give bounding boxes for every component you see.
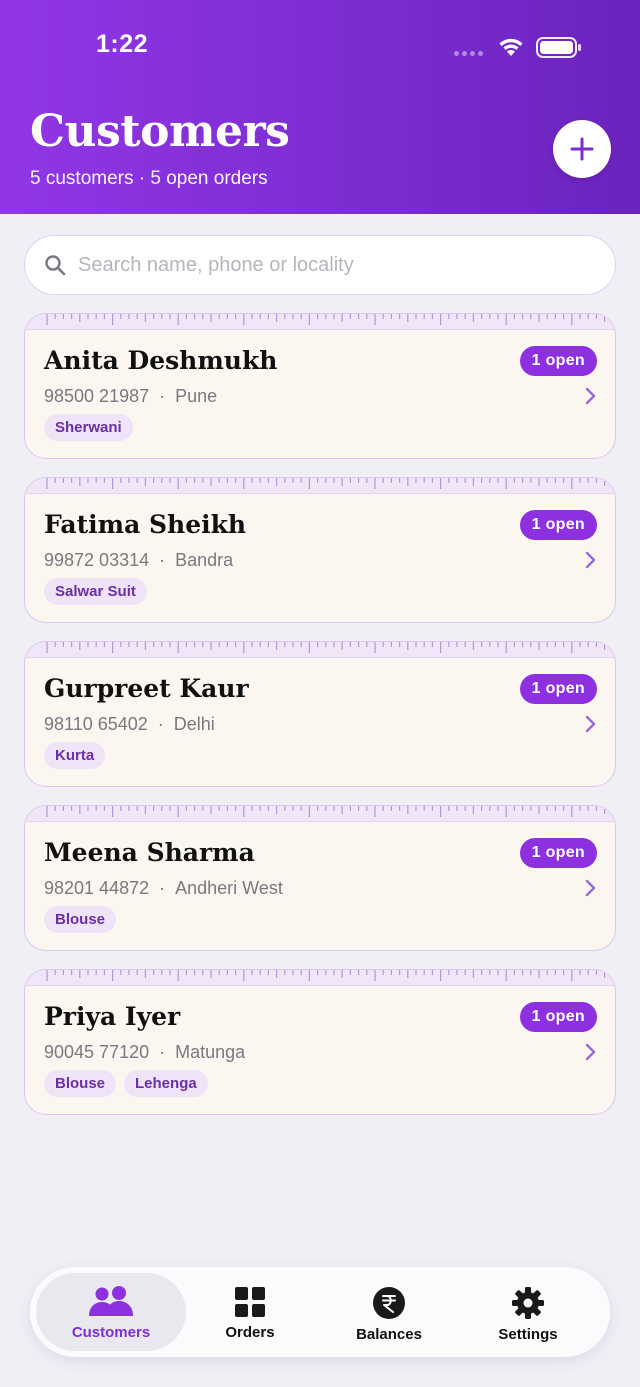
garment-tag: Sherwani <box>44 414 133 441</box>
customer-meta: 98500 21987 · Pune <box>44 386 217 407</box>
customer-locality: Delhi <box>173 714 215 734</box>
customer-name: Anita Deshmukh <box>44 346 278 375</box>
tab-settings[interactable]: Settings <box>453 1273 603 1351</box>
grid-icon <box>235 1287 265 1317</box>
garment-tags: Blouse Lehenga <box>44 1070 208 1097</box>
rupee-icon <box>373 1287 405 1319</box>
tab-orders[interactable]: Orders <box>175 1273 325 1351</box>
measuring-tape-decoration <box>25 314 615 330</box>
tab-label: Settings <box>498 1326 558 1343</box>
app-header: 1:22 Customers 5 customers · 5 open orde… <box>0 0 640 214</box>
garment-tag: Salwar Suit <box>44 578 147 605</box>
garment-tags: Blouse <box>44 906 117 933</box>
customer-card[interactable]: Fatima Sheikh 99872 03314 · Bandra Salwar Su… <box>24 477 616 623</box>
search-input[interactable] <box>78 250 598 280</box>
measuring-tape-decoration <box>25 478 615 494</box>
customer-locality: Andheri West <box>175 878 283 898</box>
chevron-right-icon <box>585 551 596 569</box>
tab-balances[interactable]: Balances <box>314 1273 464 1351</box>
status-time: 1:22 <box>96 30 149 58</box>
garment-tags: Sherwani <box>44 414 133 441</box>
meta-separator: · <box>159 386 166 406</box>
people-icon <box>89 1286 133 1316</box>
open-orders-badge: 1 open <box>519 510 597 540</box>
customer-name: Meena Sharma <box>44 838 255 867</box>
open-orders-badge: 1 open <box>519 838 597 868</box>
garment-tag: Blouse <box>44 1070 117 1097</box>
meta-separator: · <box>159 878 166 898</box>
page-title: Customers <box>30 106 290 157</box>
open-orders-badge: 1 open <box>519 346 597 376</box>
open-orders-badge: 1 open <box>519 1002 597 1032</box>
customer-name: Gurpreet Kaur <box>44 674 249 703</box>
customer-card[interactable]: Gurpreet Kaur 98110 65402 · Delhi Kurta 1 ope… <box>24 641 616 787</box>
meta-separator: · <box>159 550 166 570</box>
customer-phone: 98110 65402 <box>44 714 148 734</box>
tab-customers[interactable]: Customers <box>36 1273 186 1351</box>
chevron-right-icon <box>585 879 596 897</box>
customer-phone: 99872 03314 <box>44 550 150 570</box>
chevron-right-icon <box>585 387 596 405</box>
add-customer-button[interactable] <box>553 120 611 178</box>
customer-meta: 90045 77120 · Matunga <box>44 1042 245 1063</box>
garment-tag: Blouse <box>44 906 117 933</box>
customer-name: Fatima Sheikh <box>44 510 247 539</box>
garment-tags: Salwar Suit <box>44 578 147 605</box>
customer-locality: Matunga <box>175 1042 246 1062</box>
customer-locality: Bandra <box>175 550 234 570</box>
customer-phone: 98201 44872 <box>44 878 150 898</box>
tab-label: Balances <box>356 1326 422 1343</box>
bottom-tab-bar: Customers Orders Balances Settings <box>30 1267 610 1357</box>
tab-label: Orders <box>225 1324 275 1341</box>
garment-tag: Kurta <box>44 742 106 769</box>
meta-separator: · <box>157 714 164 734</box>
page-subtitle: 5 customers · 5 open orders <box>30 168 268 189</box>
measuring-tape-decoration <box>25 806 615 822</box>
measuring-tape-decoration <box>25 970 615 986</box>
customer-phone: 98500 21987 <box>44 386 150 406</box>
search-icon <box>45 255 66 276</box>
customer-phone: 90045 77120 <box>44 1042 150 1062</box>
customer-meta: 98110 65402 · Delhi <box>44 714 215 735</box>
customer-meta: 98201 44872 · Andheri West <box>44 878 283 899</box>
measuring-tape-decoration <box>25 642 615 658</box>
garment-tags: Kurta <box>44 742 106 769</box>
cellular-signal-icon <box>454 51 483 56</box>
customer-meta: 99872 03314 · Bandra <box>44 550 233 571</box>
wifi-icon <box>499 38 523 56</box>
customer-card[interactable]: Priya Iyer 90045 77120 · Matunga Blouse Lehen… <box>24 969 616 1115</box>
customer-card[interactable]: Meena Sharma 98201 44872 · Andheri West Blou… <box>24 805 616 951</box>
tab-label: Customers <box>71 1324 151 1341</box>
chevron-right-icon <box>585 715 596 733</box>
chevron-right-icon <box>585 1043 596 1061</box>
garment-tag: Lehenga <box>124 1070 208 1097</box>
open-orders-badge: 1 open <box>519 674 597 704</box>
customer-locality: Pune <box>175 386 218 406</box>
meta-separator: · <box>159 1042 166 1062</box>
plus-icon <box>570 137 594 161</box>
customer-name: Priya Iyer <box>44 1002 181 1031</box>
customer-card[interactable]: Anita Deshmukh 98500 21987 · Pune Sherwani 1 … <box>24 313 616 459</box>
battery-icon <box>536 37 581 58</box>
gear-icon <box>512 1287 544 1319</box>
